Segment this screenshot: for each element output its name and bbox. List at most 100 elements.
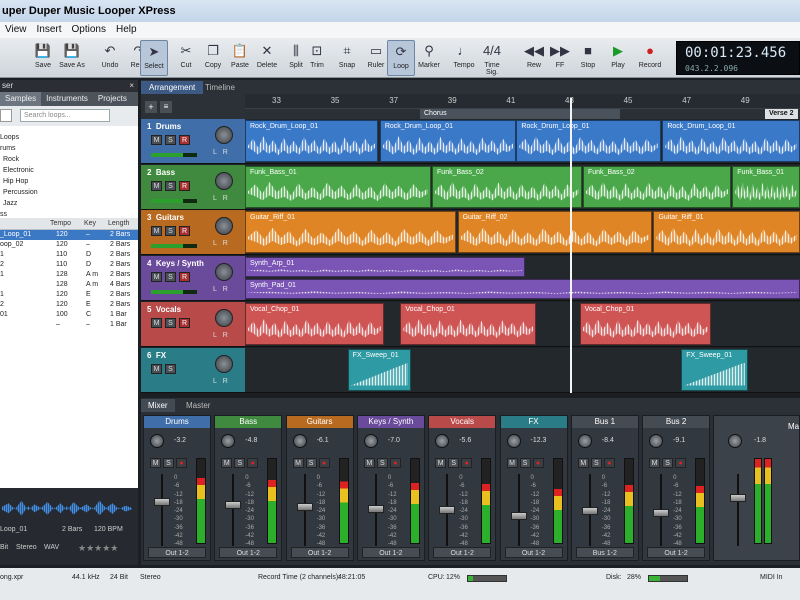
bar-ruler[interactable]: 333537394143454749 xyxy=(245,94,800,109)
ff-button[interactable]: ▶▶ FF xyxy=(546,40,574,76)
track-header[interactable]: 3 Guitars M S R L R xyxy=(141,210,245,256)
mute-button[interactable]: M xyxy=(221,458,233,468)
channel-fader[interactable] xyxy=(152,474,172,546)
channel-fader[interactable] xyxy=(366,474,386,546)
audio-clip[interactable]: Funk_Bass_01 xyxy=(245,165,431,208)
track-lane[interactable]: Rock_Drum_Loop_01 Rock_Drum_Loop_01 Rock_D… xyxy=(245,119,800,164)
loop-row[interactable]: 2 110 D 2 Bars xyxy=(0,260,138,270)
loop-row[interactable]: 2 120 E 2 Bars xyxy=(0,300,138,310)
trim-button[interactable]: ⊡ Trim xyxy=(303,40,331,76)
tab-samples[interactable]: Samples xyxy=(0,92,42,106)
tab-instruments[interactable]: Instruments xyxy=(41,92,93,106)
loop-button[interactable]: ⟳ Loop xyxy=(387,40,415,76)
play-button[interactable]: ▶ Play xyxy=(604,40,632,76)
output-routing-select[interactable]: Out 1-2 xyxy=(219,547,278,558)
record-button[interactable]: ● Record xyxy=(636,40,664,76)
audio-clip[interactable]: Funk_Bass_01 xyxy=(732,165,800,208)
channel-fader[interactable] xyxy=(223,474,243,546)
solo-button[interactable]: S xyxy=(165,272,176,283)
solo-button[interactable]: S xyxy=(165,226,176,237)
select-button[interactable]: ➤ Select xyxy=(140,40,168,76)
mute-button[interactable]: M xyxy=(151,180,162,191)
solo-button[interactable]: S xyxy=(590,458,602,468)
cut-button[interactable]: ✂ Cut xyxy=(172,40,200,76)
record-arm-button[interactable]: ● xyxy=(247,458,259,468)
record-arm-button[interactable]: R xyxy=(179,135,190,145)
loop-row[interactable]: 1 120 E 2 Bars xyxy=(0,290,138,300)
record-arm-button[interactable]: ● xyxy=(176,458,187,468)
close-icon[interactable]: × xyxy=(129,80,134,92)
record-arm-button[interactable]: R xyxy=(179,180,190,191)
channel-fader[interactable] xyxy=(509,474,529,546)
audio-clip[interactable]: Rock_Drum_Loop_01 xyxy=(245,120,379,162)
solo-button[interactable]: S xyxy=(234,458,246,468)
track-lane[interactable]: Funk_Bass_01 Funk_Bass_02 Funk_Bass_02 Funk… xyxy=(245,164,800,210)
tree-item[interactable]: Hip Hop xyxy=(0,176,138,187)
loop-row[interactable]: 1 128 A m 2 Bars xyxy=(0,270,138,280)
mute-button[interactable]: M xyxy=(435,458,447,468)
mute-button[interactable]: M xyxy=(363,458,375,468)
audio-clip[interactable]: Synth_Arp_01 xyxy=(245,257,526,278)
mute-button[interactable]: M xyxy=(649,458,661,468)
solo-button[interactable]: S xyxy=(305,458,317,468)
tree-item[interactable]: Percussion xyxy=(0,187,138,198)
menu-view[interactable]: View xyxy=(0,22,32,38)
channel-fader[interactable] xyxy=(437,474,457,546)
track-header[interactable]: 1 Drums M S R L R xyxy=(141,119,245,164)
solo-button[interactable]: S xyxy=(165,317,176,328)
loop-row[interactable]: _Loop_01 120 – 2 Bars xyxy=(0,230,138,240)
mute-button[interactable]: M xyxy=(150,458,161,468)
column-header[interactable]: Length xyxy=(108,218,129,230)
solo-button[interactable]: S xyxy=(448,458,460,468)
mute-button[interactable]: M xyxy=(292,458,304,468)
output-routing-select[interactable]: Out 1-2 xyxy=(433,547,492,558)
audio-clip[interactable]: Synth_Pad_01 xyxy=(245,279,800,300)
mute-button[interactable]: M xyxy=(151,135,162,145)
record-arm-button[interactable]: ● xyxy=(675,458,687,468)
record-arm-button[interactable]: ● xyxy=(318,458,330,468)
column-header[interactable]: Key xyxy=(84,218,96,230)
loop-row[interactable]: 128 A m 4 Bars xyxy=(0,280,138,290)
column-header[interactable]: Tempo xyxy=(50,218,71,230)
marker-button[interactable]: ⚲ Marker xyxy=(415,40,443,76)
channel-pan-knob[interactable] xyxy=(577,434,592,448)
loop-row[interactable]: oop_02 120 – 2 Bars xyxy=(0,240,138,250)
loop-row[interactable]: 1 110 D 2 Bars xyxy=(0,250,138,260)
pan-knob[interactable] xyxy=(215,126,233,144)
ruler-button[interactable]: ▭ Ruler xyxy=(362,40,390,76)
tab-arrangement[interactable]: Arrangement xyxy=(141,81,204,94)
record-arm-button[interactable]: ● xyxy=(603,458,615,468)
solo-button[interactable]: S xyxy=(165,180,176,191)
audio-clip[interactable]: Funk_Bass_02 xyxy=(582,165,732,208)
tree-item[interactable]: Rock xyxy=(0,154,138,165)
output-routing-select[interactable]: Out 1-2 xyxy=(148,547,206,558)
save-as-button[interactable]: 💾 Save As xyxy=(58,40,86,76)
solo-button[interactable]: S xyxy=(165,363,176,374)
menu-insert[interactable]: Insert xyxy=(32,22,67,38)
rew-button[interactable]: ◀◀ Rew xyxy=(520,40,548,76)
tree-item[interactable]: rums xyxy=(0,143,138,154)
menu-help[interactable]: Help xyxy=(111,22,142,38)
tree-item[interactable]: Loops xyxy=(0,132,138,143)
audio-clip[interactable]: Vocal_Chop_01 xyxy=(579,302,712,345)
copy-button[interactable]: ❐ Copy xyxy=(199,40,227,76)
record-arm-button[interactable]: ● xyxy=(532,458,544,468)
tree-item[interactable]: Jazz xyxy=(0,198,138,209)
output-routing-select[interactable]: Out 1-2 xyxy=(647,547,706,558)
audio-clip[interactable]: Guitar_Riff_01 xyxy=(245,211,456,254)
save-button[interactable]: 💾 Save xyxy=(29,40,57,76)
undo-button[interactable]: ↶ Undo xyxy=(96,40,124,76)
paste-button[interactable]: 📋 Paste xyxy=(226,40,254,76)
marker-chorus[interactable]: Chorus xyxy=(420,109,620,119)
audio-clip[interactable]: Funk_Bass_02 xyxy=(432,165,582,208)
mute-button[interactable]: M xyxy=(151,226,162,237)
tab-master[interactable]: Master xyxy=(179,399,217,412)
delete-button[interactable]: ✕ Delete xyxy=(253,40,281,76)
pan-knob[interactable] xyxy=(215,171,233,190)
channel-pan-knob[interactable] xyxy=(506,434,521,448)
audio-clip[interactable]: Rock_Drum_Loop_01 xyxy=(379,120,517,162)
output-routing-select[interactable]: Out 1-2 xyxy=(504,547,563,558)
solo-button[interactable]: S xyxy=(376,458,388,468)
channel-pan-knob[interactable] xyxy=(221,434,236,448)
time-sig-button[interactable]: 4/4 Time Sig. xyxy=(478,40,506,76)
